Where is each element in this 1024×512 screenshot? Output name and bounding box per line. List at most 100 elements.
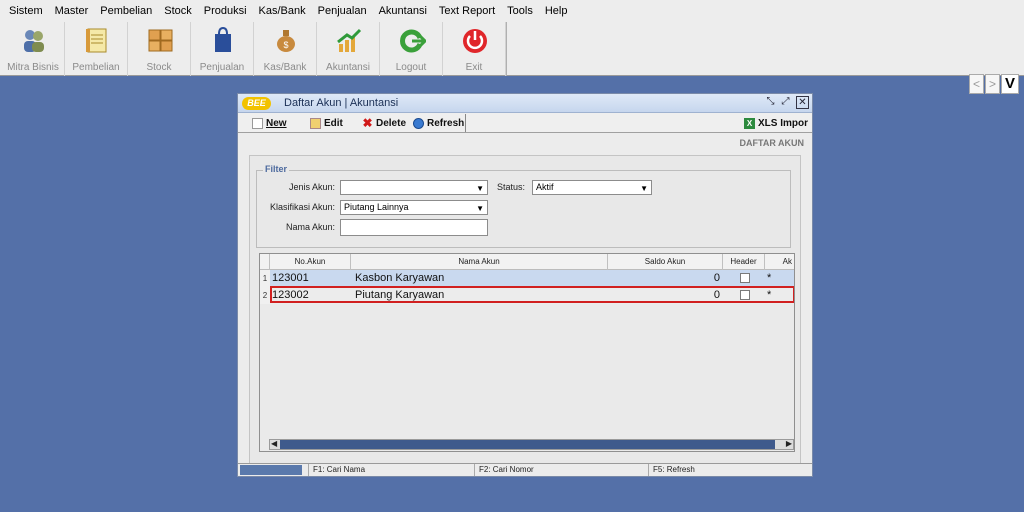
nav-v-button[interactable]: V — [1001, 74, 1019, 94]
kas-bank-label: Kas/Bank — [263, 62, 307, 73]
exit-button[interactable]: Exit — [443, 22, 506, 76]
horizontal-scrollbar[interactable]: ◀ ▶ — [269, 439, 794, 450]
penjualan-button[interactable]: Penjualan — [191, 22, 254, 76]
row-number: 1 — [260, 270, 270, 287]
pembelian-button[interactable]: Pembelian — [65, 22, 128, 76]
toolbar-divider — [506, 22, 507, 76]
page-heading: DAFTAR AKUN — [739, 138, 805, 148]
notebook-icon — [86, 28, 107, 53]
status-select[interactable]: Aktif ▼ — [532, 180, 652, 195]
pembelian-label: Pembelian — [72, 62, 120, 73]
jenis-akun-select[interactable]: ▼ — [340, 180, 488, 195]
edit-label: Edit — [324, 117, 343, 129]
row-number: 2 — [260, 287, 270, 304]
maximize-icon[interactable]: ⤢ — [779, 96, 792, 109]
scroll-right-icon[interactable]: ▶ — [786, 439, 792, 448]
header-checkbox[interactable] — [740, 273, 750, 283]
row-number-header — [260, 254, 270, 270]
shortcut-f2: F2: Cari Nomor — [474, 464, 534, 476]
selection-highlight — [270, 286, 794, 303]
col-header[interactable]: Header — [723, 254, 765, 270]
stock-label: Stock — [146, 62, 172, 73]
window-titlebar[interactable]: BEE Daftar Akun | Akuntansi ⤡ ⤢ ✕ — [238, 94, 812, 113]
delete-button[interactable]: ✖ Delete — [362, 115, 406, 131]
menu-pembelian[interactable]: Pembelian — [94, 0, 158, 22]
menu-tools[interactable]: Tools — [501, 0, 539, 22]
filter-group: Filter Jenis Akun: ▼ Status: Aktif ▼ Kla… — [256, 164, 791, 248]
menu-master[interactable]: Master — [49, 0, 95, 22]
new-document-icon — [252, 117, 263, 129]
cell-nama-akun[interactable]: Kasbon Karyawan — [355, 270, 605, 287]
refresh-icon — [413, 117, 424, 129]
excel-icon: X — [744, 117, 755, 129]
svg-text:$: $ — [283, 40, 288, 50]
chevron-down-icon: ▼ — [476, 204, 484, 213]
window-toolbar: New Edit ✖ Delete Refresh X XLS Impor — [238, 113, 812, 133]
menu-akuntansi[interactable]: Akuntansi — [373, 0, 433, 22]
penjualan-label: Penjualan — [199, 62, 245, 73]
menu-bar: Sistem Master Pembelian Stock Produksi K… — [0, 0, 1024, 22]
menu-sistem[interactable]: Sistem — [3, 0, 49, 22]
col-ak[interactable]: Ak — [765, 254, 794, 270]
refresh-label: Refresh — [427, 117, 465, 129]
stock-button[interactable]: Stock — [128, 22, 191, 76]
logout-button[interactable]: Logout — [380, 22, 443, 76]
col-nama-akun[interactable]: Nama Akun — [351, 254, 608, 270]
col-saldo-akun[interactable]: Saldo Akun — [608, 254, 723, 270]
chevron-down-icon: ▼ — [640, 184, 648, 193]
refresh-button[interactable]: Refresh — [413, 115, 464, 131]
filter-legend: Filter — [263, 164, 290, 174]
mitra-bisnis-label: Mitra Bisnis — [7, 62, 59, 73]
xls-impor-label: XLS Impor — [758, 117, 809, 129]
scroll-thumb[interactable] — [280, 440, 775, 449]
klasifikasi-akun-value: Piutang Lainnya — [344, 202, 409, 212]
minimize-icon[interactable]: ⤡ — [764, 96, 777, 109]
cell-saldo-akun[interactable]: 0 — [608, 270, 720, 287]
delete-x-icon: ✖ — [362, 115, 373, 130]
logout-label: Logout — [395, 62, 427, 73]
edit-button[interactable]: Edit — [310, 115, 343, 131]
akuntansi-button[interactable]: Akuntansi — [317, 22, 380, 76]
boxes-icon — [148, 29, 173, 52]
nav-prev-button[interactable]: < — [969, 74, 984, 94]
edit-pencil-icon — [310, 117, 321, 129]
content-panel: Filter Jenis Akun: ▼ Status: Aktif ▼ Kla… — [249, 155, 801, 467]
close-icon[interactable]: ✕ — [796, 96, 809, 109]
menu-help[interactable]: Help — [539, 0, 574, 22]
new-button[interactable]: New — [252, 115, 287, 131]
money-bag-icon: $ — [277, 30, 295, 52]
mitra-bisnis-button[interactable]: Mitra Bisnis — [2, 22, 65, 76]
delete-label: Delete — [376, 117, 407, 129]
menu-penjualan[interactable]: Penjualan — [312, 0, 373, 22]
status-value: Aktif — [536, 182, 554, 192]
nama-akun-input[interactable] — [340, 219, 488, 236]
akuntansi-label: Akuntansi — [326, 62, 370, 73]
xls-impor-button[interactable]: X XLS Impor — [744, 115, 808, 131]
menu-stock[interactable]: Stock — [158, 0, 198, 22]
menu-text-report[interactable]: Text Report — [433, 0, 501, 22]
nav-controls: < > V — [969, 74, 1019, 94]
new-label: New — [266, 117, 287, 129]
menu-produksi[interactable]: Produksi — [198, 0, 253, 22]
shopping-bag-icon — [215, 26, 231, 52]
klasifikasi-akun-select[interactable]: Piutang Lainnya ▼ — [340, 200, 488, 215]
akun-table: No.Akun Nama Akun Saldo Akun Header Ak 1… — [259, 253, 795, 452]
menu-kas-bank[interactable]: Kas/Bank — [253, 0, 312, 22]
toolbar-separator — [465, 114, 466, 132]
table-header: No.Akun Nama Akun Saldo Akun Header Ak — [260, 254, 794, 270]
klasifikasi-akun-label: Klasifikasi Akun: — [269, 202, 335, 212]
scroll-left-icon[interactable]: ◀ — [271, 439, 277, 448]
window-title: Daftar Akun | Akuntansi — [284, 97, 399, 109]
kas-bank-button[interactable]: $ Kas/Bank — [254, 22, 317, 76]
status-bar: F1: Cari Nama F2: Cari Nomor F5: Refresh — [238, 463, 812, 476]
power-icon — [463, 29, 487, 53]
chevron-down-icon: ▼ — [476, 184, 484, 193]
main-toolbar: Mitra Bisnis Pembelian Stock Penjualan $… — [0, 22, 1024, 94]
exit-label: Exit — [465, 62, 483, 73]
col-no-akun[interactable]: No.Akun — [270, 254, 351, 270]
cell-no-akun[interactable]: 123001 — [272, 270, 350, 287]
table-row[interactable]: 1 123001 Kasbon Karyawan 0 * — [260, 270, 794, 287]
bee-logo: BEE — [242, 97, 271, 110]
nav-next-button[interactable]: > — [985, 74, 1000, 94]
status-indicator — [240, 465, 302, 475]
